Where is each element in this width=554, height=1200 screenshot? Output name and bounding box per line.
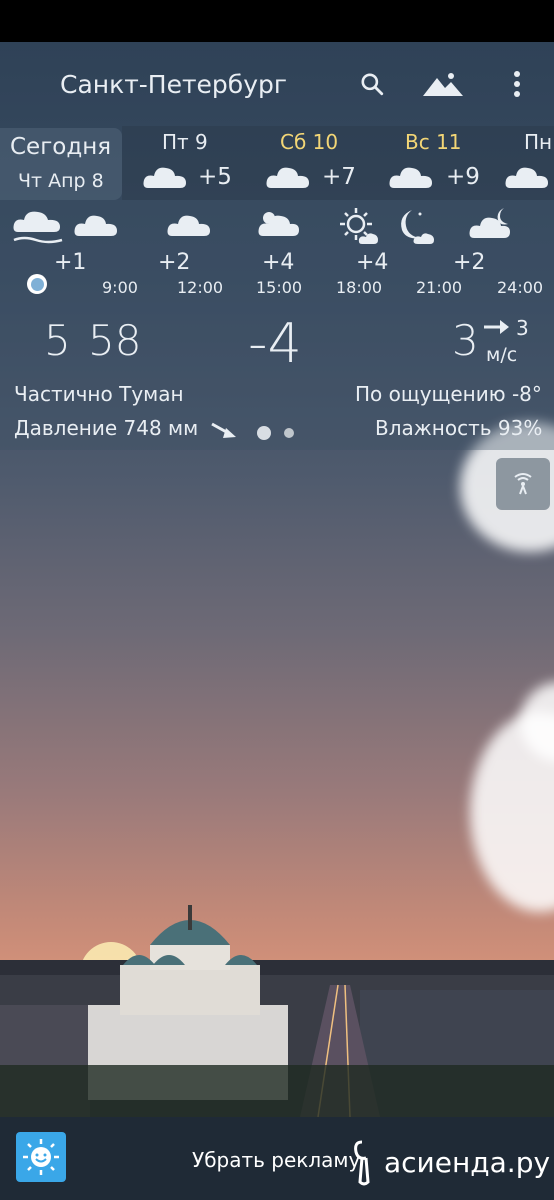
cloud-icon bbox=[266, 167, 309, 188]
humidity-text: Влажность 93% bbox=[375, 416, 543, 440]
sun-cloud-icon bbox=[340, 208, 378, 244]
mountains-icon bbox=[423, 73, 463, 96]
hour-temp: +2 bbox=[453, 250, 486, 275]
day-temp: +5 bbox=[198, 164, 232, 190]
day-tab-mon[interactable]: Пн bbox=[524, 130, 552, 154]
wind-gust: 3 bbox=[516, 316, 529, 340]
sun-smile-icon bbox=[23, 1139, 59, 1175]
fog-cloud-icon bbox=[13, 211, 63, 244]
sunrise-hour: 5 bbox=[44, 316, 71, 365]
page-dot[interactable] bbox=[284, 428, 294, 438]
menu-button[interactable] bbox=[504, 68, 530, 100]
day-name: Пт 9 bbox=[162, 130, 208, 154]
current-time-marker bbox=[27, 274, 47, 294]
hour-temp: +2 bbox=[158, 250, 191, 275]
day-name: Вс 11 bbox=[405, 130, 462, 154]
watermark-logo-icon bbox=[354, 1140, 370, 1186]
cloud-icon bbox=[167, 215, 210, 236]
hour-temp: +4 bbox=[356, 250, 389, 275]
day-temp: +9 bbox=[446, 164, 480, 190]
cloud-icon bbox=[74, 215, 117, 236]
remove-ads-link[interactable]: Убрать рекламу bbox=[192, 1148, 360, 1172]
hour-time: 9:00 bbox=[102, 278, 138, 297]
wind-unit: м/с bbox=[486, 344, 518, 366]
search-icon bbox=[361, 73, 384, 96]
hour-time: 21:00 bbox=[416, 278, 463, 297]
day-name: Пн bbox=[524, 130, 553, 154]
feels-like-text: По ощущению -8° bbox=[355, 382, 542, 406]
search-button[interactable] bbox=[356, 68, 388, 100]
app-logo[interactable] bbox=[16, 1132, 66, 1182]
partly-cloudy-icon bbox=[258, 212, 299, 236]
background-gallery-button[interactable] bbox=[420, 68, 466, 100]
radar-icon bbox=[514, 473, 532, 495]
day-temp: +7 bbox=[322, 164, 356, 190]
more-vert-icon bbox=[514, 71, 520, 97]
hour-time: 15:00 bbox=[256, 278, 303, 297]
day-name: Сб 10 bbox=[280, 130, 339, 154]
pressure-text: Давление 748 мм bbox=[14, 416, 199, 440]
pressure-trend-icon bbox=[211, 422, 236, 438]
hour-temp: +1 bbox=[54, 250, 87, 275]
condition-text: Частично Туман bbox=[14, 382, 184, 406]
sunrise-minutes: 58 bbox=[88, 316, 142, 365]
hour-temp: +4 bbox=[262, 250, 295, 275]
current-temp: -4 bbox=[248, 312, 302, 375]
wind-direction-icon bbox=[484, 320, 509, 334]
moon-cloud-icon bbox=[401, 210, 434, 244]
hour-time: 24:00 bbox=[497, 278, 544, 297]
day-tab-fri[interactable]: Пт 9 bbox=[162, 130, 208, 154]
day-tab-sun[interactable]: Вс 11 bbox=[405, 130, 462, 154]
city-title[interactable]: Санкт-Петербург bbox=[60, 70, 287, 99]
cloud-icon bbox=[389, 167, 432, 188]
wind-speed: 3 bbox=[452, 316, 479, 365]
day-tab-sat[interactable]: Сб 10 bbox=[280, 130, 338, 154]
hour-time: 12:00 bbox=[177, 278, 224, 297]
cloud-icon bbox=[505, 167, 548, 188]
page-dot-active[interactable] bbox=[257, 426, 271, 440]
moon-cloud-icon bbox=[469, 208, 510, 238]
cloud-icon bbox=[143, 167, 186, 188]
today-date: Чт Апр 8 bbox=[18, 170, 104, 192]
radar-button[interactable] bbox=[496, 458, 550, 510]
today-label: Сегодня bbox=[10, 134, 112, 160]
watermark-text: асиенда.ру bbox=[384, 1146, 551, 1179]
status-bar bbox=[0, 0, 554, 42]
cityscape-illustration bbox=[0, 905, 554, 1117]
hour-time: 18:00 bbox=[336, 278, 383, 297]
